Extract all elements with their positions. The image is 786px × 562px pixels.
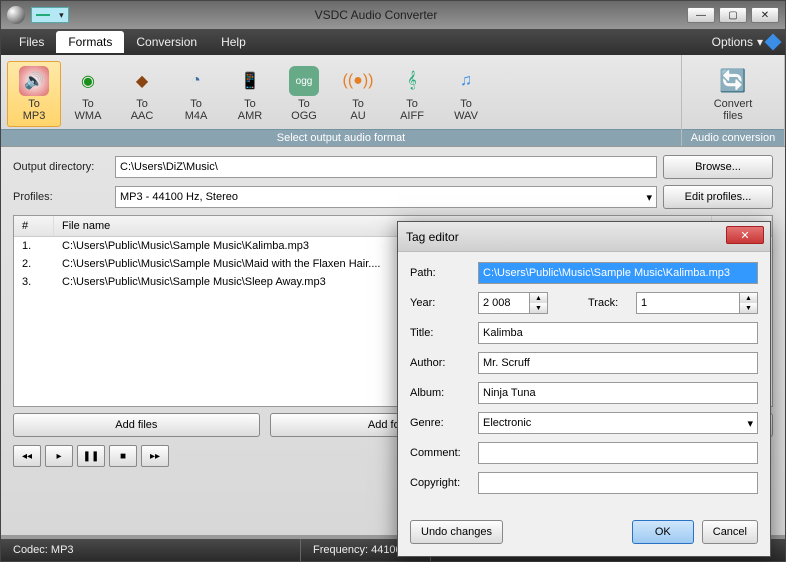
- genre-label: Genre:: [410, 417, 470, 429]
- col-number: #: [14, 216, 54, 236]
- down-arrow-icon[interactable]: ▼: [740, 303, 757, 313]
- cancel-button[interactable]: Cancel: [702, 520, 758, 544]
- browse-button[interactable]: Browse...: [663, 155, 773, 179]
- ribbon-convert-caption: Audio conversion: [682, 129, 784, 146]
- profiles-label: Profiles:: [13, 191, 109, 203]
- dialog-close-button[interactable]: ✕: [726, 226, 764, 244]
- format-mp3[interactable]: 🔊To MP3: [7, 61, 61, 127]
- chevron-down-icon: ▾: [646, 191, 652, 204]
- author-input[interactable]: [478, 352, 758, 374]
- album-input[interactable]: [478, 382, 758, 404]
- genre-combo[interactable]: Electronic▾: [478, 412, 758, 434]
- ok-button[interactable]: OK: [632, 520, 694, 544]
- menu-options[interactable]: Options▾: [712, 35, 779, 49]
- app-icon: [7, 6, 25, 24]
- pause-button[interactable]: ❚❚: [77, 445, 105, 467]
- comment-label: Comment:: [410, 447, 470, 459]
- author-label: Author:: [410, 357, 470, 369]
- profiles-combo[interactable]: MP3 - 44100 Hz, Stereo▾: [115, 186, 657, 208]
- next-button[interactable]: ▸▸: [141, 445, 169, 467]
- stop-button[interactable]: ■: [109, 445, 137, 467]
- output-dir-label: Output directory:: [13, 161, 109, 173]
- album-label: Album:: [410, 387, 470, 399]
- maximize-button[interactable]: ▢: [719, 7, 747, 23]
- output-dir-input[interactable]: [115, 156, 657, 178]
- path-input[interactable]: [478, 262, 758, 284]
- track-spinner[interactable]: ▲▼: [636, 292, 758, 314]
- minimize-button[interactable]: —: [687, 7, 715, 23]
- window-title: VSDC Audio Converter: [69, 8, 683, 22]
- comment-input[interactable]: [478, 442, 758, 464]
- track-label: Track:: [588, 297, 628, 309]
- format-aiff[interactable]: 𝄞To AIFF: [385, 61, 439, 127]
- title-input[interactable]: [478, 322, 758, 344]
- chevron-down-icon: ▾: [757, 35, 763, 49]
- menu-conversion[interactable]: Conversion: [124, 31, 209, 53]
- format-ogg[interactable]: oggTo OGG: [277, 61, 331, 127]
- help-icon[interactable]: [765, 34, 782, 51]
- format-au[interactable]: ((●))To AU: [331, 61, 385, 127]
- status-codec: Codec: MP3: [1, 539, 301, 561]
- path-label: Path:: [410, 267, 470, 279]
- undo-changes-button[interactable]: Undo changes: [410, 520, 503, 544]
- chevron-down-icon: ▾: [747, 417, 753, 430]
- add-files-button[interactable]: Add files: [13, 413, 260, 437]
- ribbon: 🔊To MP3 ◉To WMA ◆To AAC ◔To M4A 📱To AMR …: [1, 55, 785, 147]
- ribbon-formats-caption: Select output audio format: [1, 129, 681, 146]
- dialog-title: Tag editor: [406, 230, 459, 244]
- up-arrow-icon[interactable]: ▲: [740, 293, 757, 303]
- copyright-input[interactable]: [478, 472, 758, 494]
- format-amr[interactable]: 📱To AMR: [223, 61, 277, 127]
- main-window: ▾ VSDC Audio Converter — ▢ ✕ Files Forma…: [0, 0, 786, 562]
- play-button[interactable]: ▸: [45, 445, 73, 467]
- menubar: Files Formats Conversion Help Options▾: [1, 29, 785, 55]
- up-arrow-icon[interactable]: ▲: [530, 293, 547, 303]
- dialog-titlebar[interactable]: Tag editor ✕: [398, 222, 770, 252]
- close-window-button[interactable]: ✕: [751, 7, 779, 23]
- format-m4a[interactable]: ◔To M4A: [169, 61, 223, 127]
- title-label: Title:: [410, 327, 470, 339]
- copyright-label: Copyright:: [410, 477, 470, 489]
- edit-profiles-button[interactable]: Edit profiles...: [663, 185, 773, 209]
- menu-help[interactable]: Help: [209, 31, 258, 53]
- tag-editor-dialog: Tag editor ✕ Path: Year: ▲▼ Track: ▲▼ Ti…: [397, 221, 771, 557]
- format-aac[interactable]: ◆To AAC: [115, 61, 169, 127]
- menu-files[interactable]: Files: [7, 31, 56, 53]
- format-wma[interactable]: ◉To WMA: [61, 61, 115, 127]
- format-buttons: 🔊To MP3 ◉To WMA ◆To AAC ◔To M4A 📱To AMR …: [1, 55, 681, 129]
- convert-files-button[interactable]: 🔄Convert files: [688, 61, 778, 127]
- menu-formats[interactable]: Formats: [56, 31, 124, 53]
- quick-access-dropdown[interactable]: ▾: [31, 7, 69, 23]
- down-arrow-icon[interactable]: ▼: [530, 303, 547, 313]
- year-spinner[interactable]: ▲▼: [478, 292, 548, 314]
- format-wav[interactable]: ♫To WAV: [439, 61, 493, 127]
- year-label: Year:: [410, 297, 470, 309]
- prev-button[interactable]: ◂◂: [13, 445, 41, 467]
- titlebar: ▾ VSDC Audio Converter — ▢ ✕: [1, 1, 785, 29]
